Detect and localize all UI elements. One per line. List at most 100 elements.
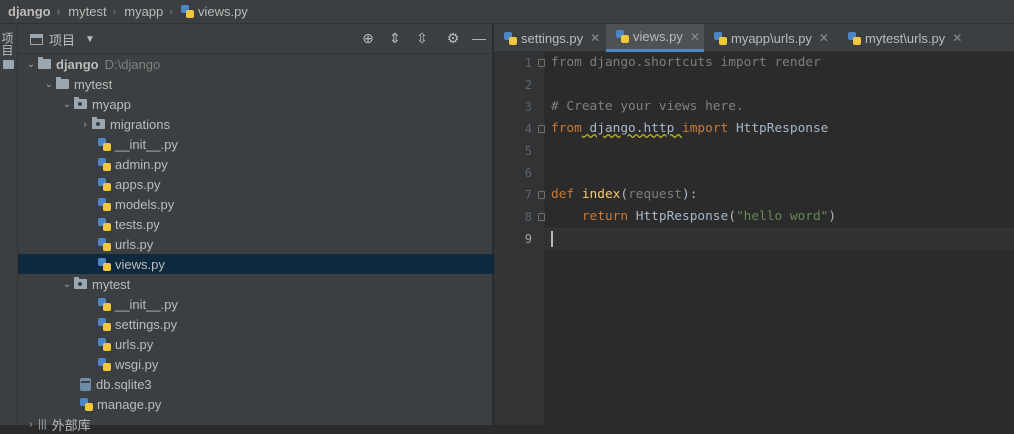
breadcrumb-django[interactable]: django › — [8, 4, 60, 19]
tree-item-label: myapp — [92, 96, 132, 112]
chevron-right-icon: › — [56, 5, 61, 18]
tree-item-manage-py[interactable]: manage.py — [18, 394, 555, 414]
tab-label: views.py — [633, 29, 683, 44]
breadcrumb-mytest[interactable]: mytest › — [68, 4, 116, 19]
line-number: 8 — [524, 210, 532, 224]
tree-item-init-py[interactable]: __init__.py — [18, 134, 573, 154]
current-line-highlight — [544, 228, 1014, 250]
tree-item-apps-py[interactable]: apps.py — [18, 174, 573, 194]
tree-item-label: mytest — [74, 76, 113, 92]
tree-item-wsgi-py[interactable]: wsgi.py — [18, 354, 573, 374]
tree-item-label: django — [56, 56, 99, 72]
code-editor[interactable]: from django.shortcuts import render # Cr… — [544, 52, 1014, 425]
tree-item-label: manage.py — [97, 396, 162, 412]
tree-item-label: db.sqlite3 — [96, 376, 152, 392]
python-file-icon — [98, 237, 111, 251]
line-number: 6 — [524, 166, 532, 180]
python-file-icon — [504, 31, 517, 45]
database-file-icon — [80, 377, 91, 391]
python-file-icon — [848, 31, 861, 45]
chevron-down-icon[interactable]: ⌄ — [24, 59, 38, 70]
close-icon[interactable]: ✕ — [590, 31, 600, 45]
left-tool-strip: 项目 — [0, 24, 18, 425]
chevron-right-icon[interactable]: › — [24, 419, 38, 430]
line-number: 2 — [524, 78, 532, 92]
tree-item-admin-py[interactable]: admin.py — [18, 154, 573, 174]
tree-item-urls-py[interactable]: urls.py — [18, 334, 573, 354]
navigation-bar: django › mytest › myapp › views.py — [0, 0, 1014, 24]
tree-item-db-sqlite3[interactable]: db.sqlite3 — [18, 374, 555, 394]
line-number-gutter: 1 2 3 4 5 6 7 8 9 — [494, 52, 545, 425]
tree-item-urls-py[interactable]: urls.py — [18, 234, 573, 254]
line-number: 5 — [524, 144, 532, 158]
editor-tabs: settings.py ✕ views.py ✕ myapp\urls.py ✕… — [494, 24, 1014, 52]
python-file-icon — [98, 197, 111, 211]
collapse-all-icon[interactable]: ⇳ — [414, 30, 430, 46]
chevron-down-icon[interactable]: ⌄ — [60, 279, 74, 290]
breadcrumb-label: myapp — [124, 4, 164, 19]
breadcrumb-label: django — [8, 4, 51, 19]
tab-label: mytest\urls.py — [865, 30, 946, 46]
python-file-icon — [714, 31, 727, 45]
locate-icon[interactable]: ⊕ — [360, 30, 376, 46]
tree-item-label: mytest — [92, 276, 131, 292]
code-line-4: from django.http import HttpResponse — [551, 121, 829, 136]
python-file-icon — [98, 357, 111, 371]
tree-item-mytest-package[interactable]: ⌄ mytest — [18, 274, 535, 294]
tree-item-tests-py[interactable]: tests.py — [18, 214, 573, 234]
expand-all-icon[interactable]: ⇕ — [387, 30, 403, 46]
tree-item-django[interactable]: ⌄ django D:\django — [18, 54, 499, 74]
library-icon: ||| — [38, 418, 47, 430]
tree-item-label: settings.py — [115, 316, 178, 332]
code-line-3: # Create your views here. — [551, 99, 744, 114]
minimize-icon[interactable]: — — [471, 30, 487, 46]
chevron-right-icon: › — [169, 5, 173, 18]
tab-views-py[interactable]: views.py ✕ — [606, 24, 704, 52]
tree-item-migrations[interactable]: › migrations — [18, 114, 553, 134]
tree-item-external-libraries[interactable]: › ||| 外部库 — [18, 414, 499, 434]
tree-item-models-py[interactable]: models.py — [18, 194, 573, 214]
python-file-icon — [80, 397, 93, 411]
package-icon — [74, 97, 87, 109]
tree-item-mytest[interactable]: ⌄ mytest — [18, 74, 517, 94]
tree-item-label: __init__.py — [115, 296, 178, 312]
project-panel: 项目 ▼ ⊕ ⇕ ⇳ ⚙ — ⌄ django D:\django ⌄ myte… — [18, 24, 573, 433]
breadcrumb-views-py[interactable]: views.py — [180, 4, 248, 19]
tree-item-views-py[interactable]: views.py — [18, 254, 573, 274]
chevron-down-icon[interactable]: ⌄ — [42, 79, 56, 90]
line-number: 9 — [524, 232, 532, 246]
code-line-7: def index(request): — [551, 187, 698, 202]
close-icon[interactable]: ✕ — [690, 30, 700, 44]
python-file-icon — [98, 337, 111, 351]
line-number: 3 — [524, 100, 532, 114]
project-view-selector[interactable]: 项目 ▼ — [30, 30, 95, 49]
tab-mytest-urls-py[interactable]: mytest\urls.py ✕ — [838, 24, 968, 52]
package-icon — [74, 277, 87, 289]
python-file-icon — [180, 5, 194, 18]
chevron-down-icon[interactable]: ⌄ — [60, 99, 74, 110]
close-icon[interactable]: ✕ — [952, 31, 962, 45]
python-file-icon — [98, 297, 111, 311]
close-icon[interactable]: ✕ — [819, 31, 829, 45]
tree-item-label: tests.py — [115, 216, 160, 232]
tree-item-myapp[interactable]: ⌄ myapp — [18, 94, 535, 114]
tab-settings-py[interactable]: settings.py ✕ — [494, 24, 606, 52]
line-number: 7 — [524, 188, 532, 202]
tab-label: myapp\urls.py — [731, 30, 812, 46]
folder-icon — [3, 60, 14, 69]
chevron-right-icon[interactable]: › — [78, 119, 92, 130]
python-file-icon — [98, 157, 111, 171]
python-file-icon — [616, 30, 629, 43]
tree-item-label: urls.py — [115, 236, 154, 252]
tree-item-init-py[interactable]: __init__.py — [18, 294, 573, 314]
breadcrumb-myapp[interactable]: myapp › — [124, 4, 173, 19]
python-file-icon — [98, 137, 111, 151]
tree-item-label: __init__.py — [115, 136, 178, 152]
tree-item-label: migrations — [110, 116, 170, 132]
tab-label: settings.py — [521, 30, 584, 46]
tree-item-label: apps.py — [115, 176, 161, 192]
tab-myapp-urls-py[interactable]: myapp\urls.py ✕ — [704, 24, 838, 52]
tree-item-settings-py[interactable]: settings.py — [18, 314, 573, 334]
folder-icon — [56, 77, 69, 89]
gear-icon[interactable]: ⚙ — [445, 30, 461, 46]
